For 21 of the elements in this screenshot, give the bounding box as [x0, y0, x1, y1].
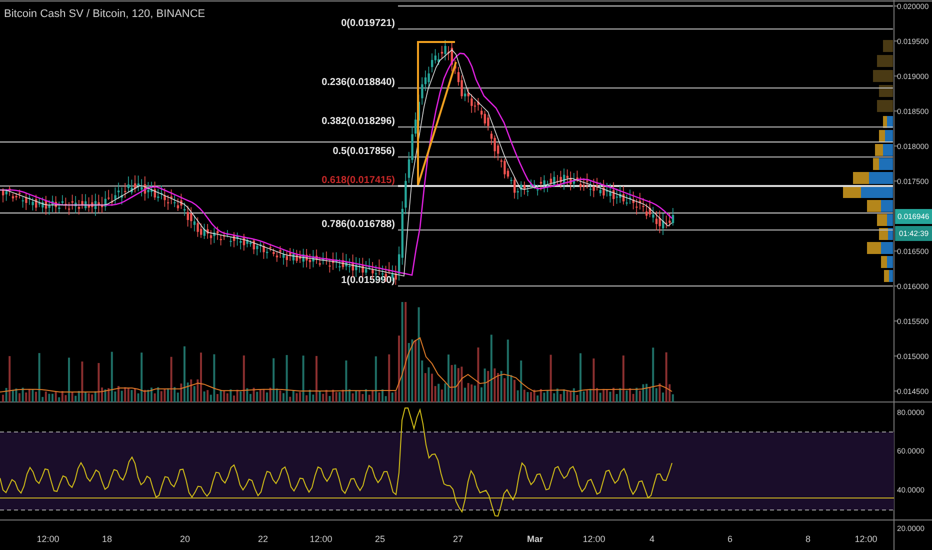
fib-level-label: 0.786(0.016788) — [322, 219, 395, 230]
time-axis-label: 12:00 — [582, 534, 606, 544]
fib-level-label: 0.382(0.018296) — [322, 116, 395, 127]
time-axis-label: 12:00 — [36, 534, 60, 544]
fib-level-label: 0.5(0.017856) — [332, 146, 395, 157]
time-axis-label: 4 — [650, 534, 654, 544]
time-axis-label: 22 — [258, 534, 268, 544]
time-axis-label: 8 — [806, 534, 810, 544]
time-axis-label: 20 — [180, 534, 190, 544]
fib-level-label: 0.236(0.018840) — [322, 77, 395, 88]
fib-level-label: 1(0.015990) — [341, 275, 395, 286]
time-axis-label: 25 — [375, 534, 385, 544]
time-axis-label: Mar — [527, 534, 543, 544]
time-axis-label: 18 — [102, 534, 112, 544]
fib-level-label: 0(0.019721) — [341, 18, 395, 29]
time-axis-label: 12:00 — [310, 534, 332, 544]
time-axis-label: 12:00 — [854, 534, 878, 544]
time-axis-label: 6 — [728, 534, 732, 544]
chart-title: Bitcoin Cash SV / Bitcoin, 120, BINANCE — [4, 7, 206, 22]
fib-level-label: 0.618(0.017415) — [322, 175, 395, 186]
time-axis-label: 27 — [453, 534, 463, 544]
